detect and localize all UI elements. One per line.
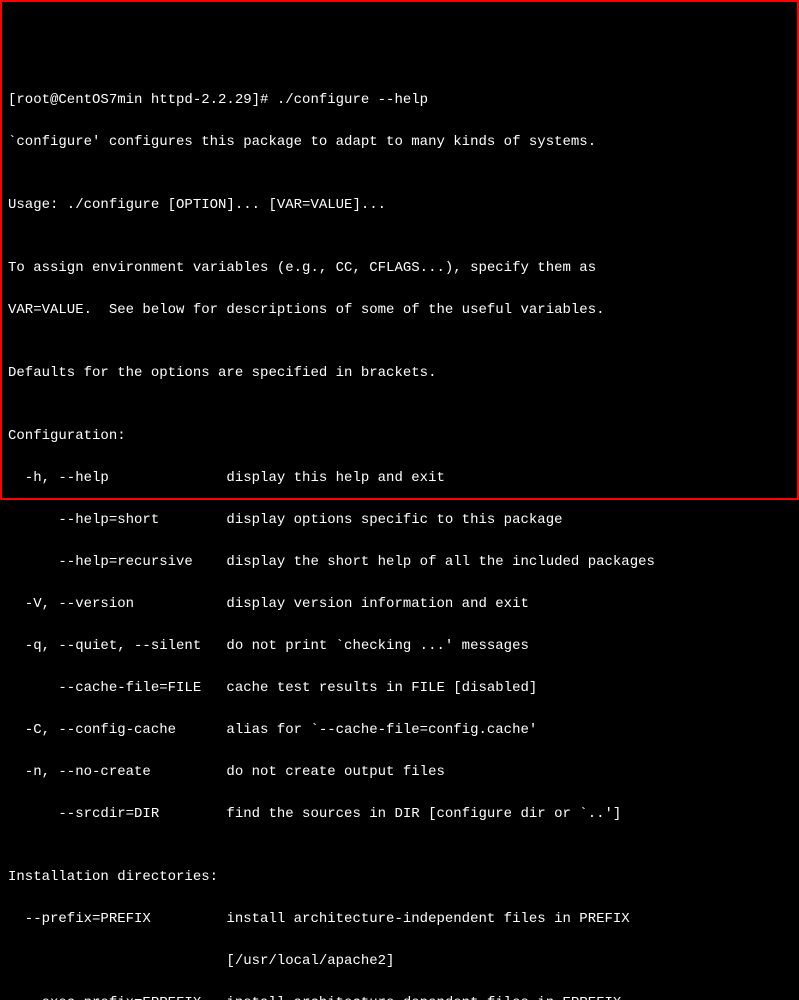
terminal-prompt-line: [root@CentOS7min httpd-2.2.29]# ./config… [8,90,791,111]
output-line: `configure' configures this package to a… [8,132,791,153]
option-config-cache: -C, --config-cache alias for `--cache-fi… [8,720,791,741]
option-help-recursive: --help=recursive display the short help … [8,552,791,573]
section-header-install: Installation directories: [8,867,791,888]
option-cache-file: --cache-file=FILE cache test results in … [8,678,791,699]
option-prefix-default: [/usr/local/apache2] [8,951,791,972]
output-line: Defaults for the options are specified i… [8,363,791,384]
option-version: -V, --version display version informatio… [8,594,791,615]
option-help-short: --help=short display options specific to… [8,510,791,531]
shell-prompt: [root@CentOS7min httpd-2.2.29]# [8,92,277,108]
output-line: VAR=VALUE. See below for descriptions of… [8,300,791,321]
option-prefix: --prefix=PREFIX install architecture-ind… [8,909,791,930]
option-exec-prefix: --exec-prefix=EPREFIX install architectu… [8,993,791,1000]
output-usage: Usage: ./configure [OPTION]... [VAR=VALU… [8,195,791,216]
section-header-config: Configuration: [8,426,791,447]
option-no-create: -n, --no-create do not create output fil… [8,762,791,783]
option-quiet: -q, --quiet, --silent do not print `chec… [8,636,791,657]
output-line: To assign environment variables (e.g., C… [8,258,791,279]
option-srcdir: --srcdir=DIR find the sources in DIR [co… [8,804,791,825]
option-help: -h, --help display this help and exit [8,468,791,489]
command-text: ./configure --help [277,92,428,108]
